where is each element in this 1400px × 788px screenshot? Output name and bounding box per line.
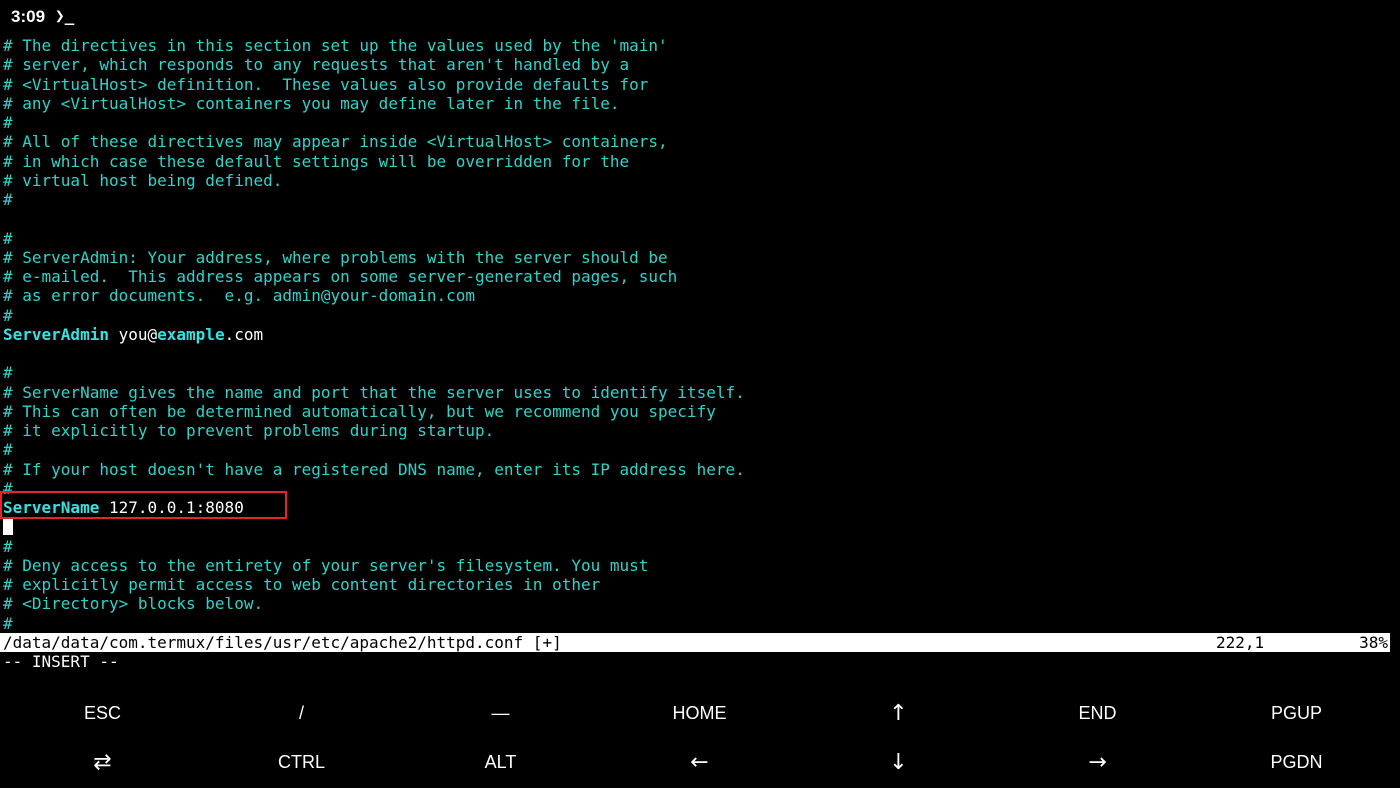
vim-mode-indicator: -- INSERT -- — [3, 652, 119, 671]
directive-value-domain: example — [157, 324, 225, 344]
comment-text: # All of these directives may appear ins… — [3, 132, 668, 152]
comment-text: # virtual host being defined. — [3, 170, 283, 190]
comment-line: # as error documents. e.g. admin@your-do… — [3, 286, 1397, 305]
termux-screen: 3:09 ❯_ # The directives in this section… — [0, 0, 1400, 788]
directive-value-tld: .com — [224, 324, 264, 344]
dash-key[interactable]: — — [401, 689, 600, 737]
comment-text: # If your host doesn't have a registered… — [3, 459, 745, 479]
text-cursor — [3, 517, 13, 536]
comment-text: # any <VirtualHost> containers you may d… — [3, 93, 620, 113]
comment-line: # — [3, 363, 1397, 382]
directive-keyword: ServerAdmin — [3, 324, 109, 344]
comment-text: # it explicitly to prevent problems duri… — [3, 421, 495, 440]
arrow-up-key[interactable]: ↑ — [799, 689, 998, 737]
comment-text: # <Directory> blocks below. — [3, 594, 264, 614]
esc-key[interactable]: ESC — [3, 689, 202, 737]
directive-value-user: you@ — [108, 324, 158, 344]
pgup-key[interactable]: PGUP — [1197, 689, 1396, 737]
pgdn-key[interactable]: PGDN — [1197, 738, 1396, 786]
comment-line: # If your host doesn't have a registered… — [3, 460, 1397, 479]
arrow-right-key[interactable]: → — [998, 738, 1197, 786]
tab-key[interactable]: ⇄ — [3, 738, 202, 786]
comment-line: # The directives in this section set up … — [3, 36, 1397, 55]
comment-text: # — [3, 613, 13, 633]
comment-line: # — [3, 440, 1397, 459]
directive-keyword: ServerName — [3, 498, 100, 517]
comment-line: # — [3, 306, 1397, 325]
comment-line: # All of these directives may appear ins… — [3, 132, 1397, 151]
termux-extra-keys-bar: ESC / — HOME ↑ END PGUP ⇄ CTRL ALT ← ↓ →… — [0, 689, 1400, 788]
comment-text: # ServerName gives the name and port tha… — [3, 382, 745, 402]
comment-text: # — [3, 305, 13, 325]
terminal-notification-icon: ❯_ — [55, 6, 75, 25]
comment-line: # — [3, 113, 1397, 132]
alt-key[interactable]: ALT — [401, 738, 600, 786]
comment-line: # explicitly permit access to web conten… — [3, 575, 1397, 594]
comment-line: # ServerName gives the name and port tha… — [3, 383, 1397, 402]
comment-text: # explicitly permit access to web conten… — [3, 575, 601, 594]
comment-line: # server, which responds to any requests… — [3, 55, 1397, 74]
comment-line: # ServerAdmin: Your address, where probl… — [3, 248, 1397, 267]
comment-line: # — [3, 190, 1397, 209]
comment-line: # — [3, 537, 1397, 556]
vim-file-path: /data/data/com.termux/files/usr/etc/apac… — [3, 633, 562, 652]
servername-directive-line: ServerName 127.0.0.1:8080 — [3, 498, 1397, 517]
comment-text: # — [3, 440, 13, 460]
home-key[interactable]: HOME — [600, 689, 799, 737]
comment-line: # — [3, 479, 1397, 498]
vim-scroll-percent: 38% — [1359, 633, 1388, 652]
arrow-down-key[interactable]: ↓ — [799, 738, 998, 786]
comment-text: # — [3, 536, 13, 556]
comment-line: # in which case these default settings w… — [3, 152, 1397, 171]
comment-text: # <VirtualHost> definition. These values… — [3, 74, 649, 94]
comment-line: # <Directory> blocks below. — [3, 594, 1397, 613]
comment-text: # — [3, 113, 13, 132]
android-status-bar: 3:09 ❯_ — [0, 0, 1400, 34]
comment-line: # any <VirtualHost> containers you may d… — [3, 94, 1397, 113]
comment-text: # — [3, 228, 13, 248]
vim-cursor-position: 222,1 — [1216, 633, 1265, 652]
comment-text: # server, which responds to any requests… — [3, 55, 630, 75]
vim-status-line: /data/data/com.termux/files/usr/etc/apac… — [0, 633, 1390, 652]
directive-value: 127.0.0.1:8080 — [99, 498, 244, 517]
status-clock: 3:09 — [11, 7, 46, 26]
comment-text: # — [3, 478, 13, 498]
comment-text: # in which case these default settings w… — [3, 151, 630, 171]
end-key[interactable]: END — [998, 689, 1197, 737]
comment-text: # e-mailed. This address appears on some… — [3, 267, 678, 286]
comment-line: # it explicitly to prevent problems duri… — [3, 421, 1397, 440]
comment-line: # This can often be determined automatic… — [3, 402, 1397, 421]
comment-text: # — [3, 190, 13, 209]
arrow-left-key[interactable]: ← — [600, 738, 799, 786]
comment-text: # The directives in this section set up … — [3, 36, 668, 55]
serveradmin-directive-line: ServerAdmin you@example.com — [3, 325, 1397, 344]
comment-line: # <VirtualHost> definition. These values… — [3, 75, 1397, 94]
comment-line: # — [3, 614, 1397, 633]
comment-line: # e-mailed. This address appears on some… — [3, 267, 1397, 286]
comment-line: # Deny access to the entirety of your se… — [3, 556, 1397, 575]
ctrl-key[interactable]: CTRL — [202, 738, 401, 786]
slash-key[interactable]: / — [202, 689, 401, 737]
comment-text: # — [3, 363, 13, 383]
comment-text: # Deny access to the entirety of your se… — [3, 555, 649, 575]
cursor-line — [3, 517, 1397, 536]
comment-line: # virtual host being defined. — [3, 171, 1397, 190]
comment-line: # — [3, 229, 1397, 248]
comment-text: # as error documents. e.g. admin@your-do… — [3, 286, 476, 306]
vim-editor-buffer[interactable]: # The directives in this section set up … — [3, 36, 1397, 633]
comment-text: # ServerAdmin: Your address, where probl… — [3, 247, 668, 267]
comment-text: # This can often be determined automatic… — [3, 401, 716, 421]
